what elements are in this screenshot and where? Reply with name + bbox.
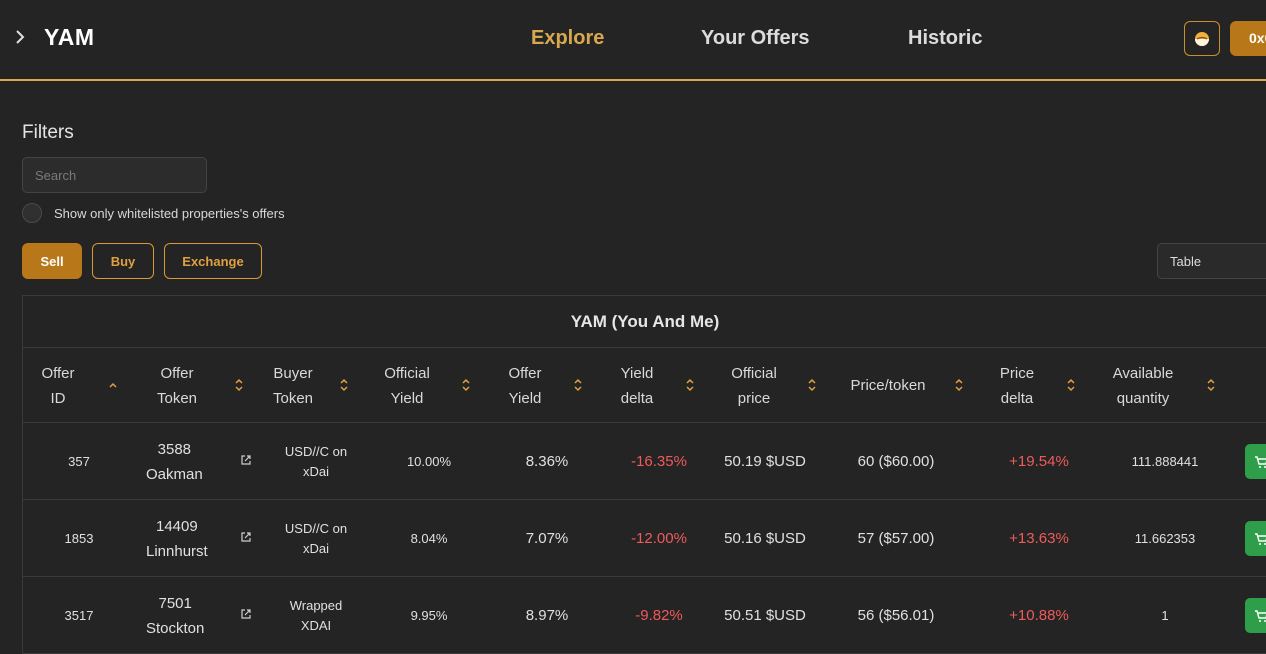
col-official-price[interactable]: Official price [718, 348, 790, 423]
offer-token: 14409 Linnhurst [146, 517, 208, 560]
col-official-yield[interactable]: Official Yield [373, 348, 441, 423]
view-mode-select[interactable]: Table [1157, 243, 1266, 279]
external-link-icon[interactable] [240, 608, 252, 620]
whitelist-label: Show only whitelisted properties's offer… [54, 205, 285, 221]
theme-icon [1195, 31, 1209, 46]
buy-cart-button[interactable] [1245, 598, 1266, 633]
offer-yield: 8.97% [525, 607, 569, 624]
offer-yield: 7.07% [525, 530, 569, 547]
offer-id: 1853 [64, 531, 94, 546]
sort-icon[interactable] [807, 378, 817, 392]
cart-icon [1255, 609, 1266, 622]
app-logo[interactable]: YAM [44, 24, 95, 51]
official-price: 50.16 $USD [724, 530, 806, 547]
col-yield-delta[interactable]: Yield delta [603, 348, 671, 423]
available-quantity: 11.662353 [1134, 531, 1196, 546]
table-title: YAM (You And Me) [23, 296, 1266, 348]
buy-cart-button[interactable] [1245, 444, 1266, 479]
whitelist-filter: Show only whitelisted properties's offer… [22, 203, 285, 223]
sort-asc-icon[interactable] [108, 378, 118, 392]
offer-id: 357 [68, 454, 90, 469]
yield-delta: -16.35% [631, 453, 687, 470]
price-delta: +13.63% [1009, 530, 1069, 547]
table-header-row: Offer ID Offer Token Buyer Token Official Yi… [23, 348, 1266, 423]
price-token: 60 ($60.00) [857, 453, 935, 470]
official-yield: 10.00% [406, 454, 452, 469]
table-row[interactable]: 3517 7501 Stockton Wrapped XDAI 9.95% 8.97… [23, 577, 1266, 654]
cart-icon [1255, 455, 1266, 468]
sort-icon[interactable] [1206, 378, 1216, 392]
col-price-delta[interactable]: Price delta [983, 348, 1051, 423]
offer-type-buy-button[interactable]: Buy [92, 243, 154, 279]
buyer-token: USD//C on xDai [284, 520, 348, 556]
yield-delta: -12.00% [631, 530, 687, 547]
sort-icon[interactable] [685, 378, 695, 392]
whitelist-checkbox[interactable] [22, 203, 42, 223]
cart-icon [1255, 532, 1266, 545]
available-quantity: 111.888441 [1131, 454, 1199, 469]
offers-table: YAM (You And Me) Offer ID Offer Token Buye… [22, 295, 1266, 654]
price-delta: +10.88% [1009, 607, 1069, 624]
theme-toggle-button[interactable] [1184, 21, 1220, 56]
sort-icon[interactable] [954, 378, 964, 392]
filters-title: Filters [22, 122, 74, 143]
offer-token: 3588 Oakman [146, 440, 203, 483]
col-offer-token[interactable]: Offer Token [143, 348, 211, 423]
nav-explore[interactable]: Explore [531, 27, 604, 50]
sort-icon[interactable] [1066, 378, 1076, 392]
offer-yield: 8.36% [525, 453, 569, 470]
top-header: YAM Explore Your Offers Historic 0x0 [0, 0, 1266, 81]
price-token: 56 ($56.01) [857, 607, 935, 624]
table-row[interactable]: 1853 14409 Linnhurst USD//C on xDai 8.04% … [23, 500, 1266, 577]
buyer-token: Wrapped XDAI [289, 597, 343, 633]
official-price: 50.51 $USD [724, 607, 806, 624]
col-price-token[interactable]: Price/token [838, 348, 938, 423]
sort-icon[interactable] [234, 378, 244, 392]
sort-icon[interactable] [573, 378, 583, 392]
offer-id: 3517 [64, 608, 94, 623]
nav-your-offers[interactable]: Your Offers [701, 27, 810, 50]
official-yield: 8.04% [410, 531, 448, 546]
official-price: 50.19 $USD [724, 453, 806, 470]
wallet-connect-button[interactable]: 0x0 [1230, 21, 1266, 56]
external-link-icon[interactable] [240, 454, 252, 466]
sort-icon[interactable] [339, 378, 349, 392]
offer-token: 7501 Stockton [146, 594, 205, 637]
buy-cart-button[interactable] [1245, 521, 1266, 556]
buyer-token: USD//C on xDai [284, 443, 348, 479]
search-input[interactable] [22, 157, 207, 193]
available-quantity: 1 [1161, 608, 1169, 623]
nav-historic[interactable]: Historic [908, 27, 982, 50]
sort-icon[interactable] [461, 378, 471, 392]
yield-delta: -9.82% [635, 607, 683, 624]
col-offer-yield[interactable]: Offer Yield [491, 348, 559, 423]
price-token: 57 ($57.00) [857, 530, 935, 547]
official-yield: 9.95% [410, 608, 448, 623]
price-delta: +19.54% [1009, 453, 1069, 470]
offer-type-exchange-button[interactable]: Exchange [164, 243, 262, 279]
col-available-quantity[interactable]: Available quantity [1098, 348, 1188, 423]
offer-type-sell-button[interactable]: Sell [22, 243, 82, 279]
external-link-icon[interactable] [240, 531, 252, 543]
table-row[interactable]: 357 3588 Oakman USD//C on xDai 10.00% 8.36… [23, 423, 1266, 500]
chevron-right-icon[interactable] [12, 27, 28, 47]
col-offer-id[interactable]: Offer ID [23, 348, 93, 423]
col-buyer-token[interactable]: Buyer Token [260, 348, 326, 423]
